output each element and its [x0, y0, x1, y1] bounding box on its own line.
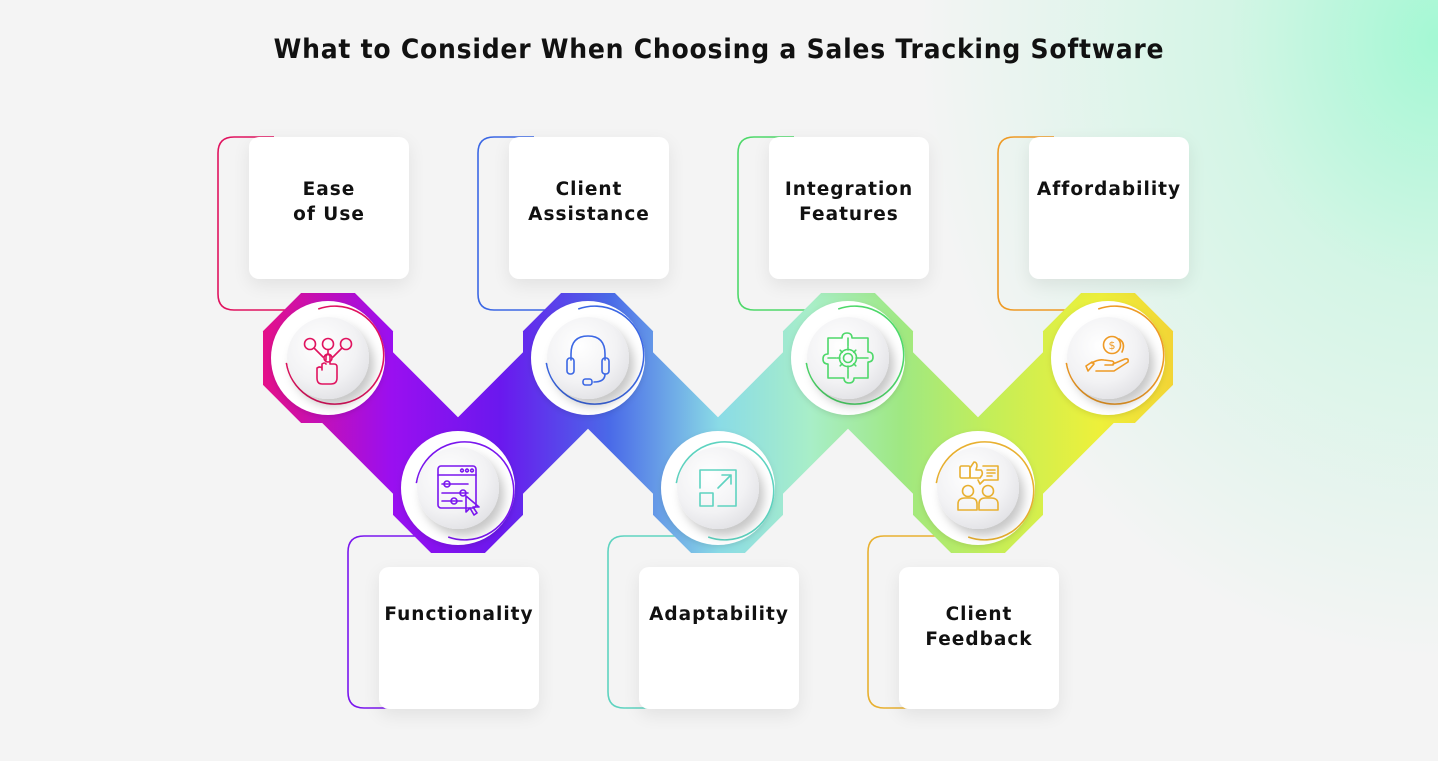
card-label: Adaptability [649, 604, 789, 625]
card-functionality: Functionality [379, 567, 539, 709]
node-disc [417, 447, 499, 529]
card-client-assistance: Client Assistance [509, 137, 669, 279]
node-affordability: $ [1043, 293, 1173, 423]
card-ease-of-use: Ease of Use [249, 137, 409, 279]
card-label: Client Assistance [528, 179, 650, 225]
card-client-feedback: Client Feedback [899, 567, 1059, 709]
node-client-feedback [913, 423, 1043, 553]
node-adaptability [653, 423, 783, 553]
card-label: Integration Features [784, 179, 914, 225]
node-disc [937, 447, 1019, 529]
node-functionality [393, 423, 523, 553]
node-ease-of-use [263, 293, 393, 423]
node-disc [1067, 317, 1149, 399]
node-disc [807, 317, 889, 399]
node-integration-features [783, 293, 913, 423]
card-label: Affordability [1036, 179, 1182, 200]
card-affordability: Affordability [1029, 137, 1189, 279]
node-disc [547, 317, 629, 399]
card-label: Functionality [384, 604, 534, 625]
card-integration-features: Integration Features [769, 137, 929, 279]
node-disc [287, 317, 369, 399]
svg-text:$: $ [1109, 339, 1116, 352]
card-adaptability: Adaptability [639, 567, 799, 709]
card-label: Ease of Use [293, 179, 365, 225]
card-label: Client Feedback [925, 604, 1033, 650]
node-client-assistance [523, 293, 653, 423]
